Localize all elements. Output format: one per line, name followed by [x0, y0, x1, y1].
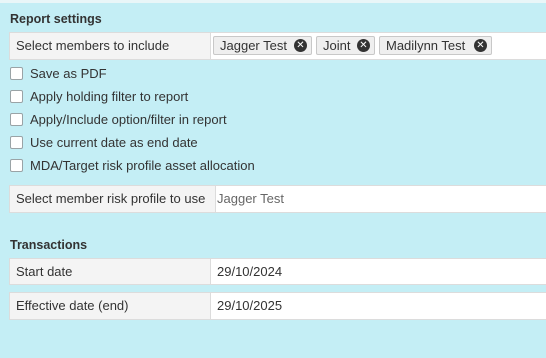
start-date-input[interactable]: 29/10/2024: [217, 259, 282, 284]
save-pdf-checkbox[interactable]: [10, 67, 23, 80]
end-date-input[interactable]: 29/10/2025: [217, 293, 282, 319]
members-row: Select members to include Jagger Test ✕ …: [9, 32, 546, 60]
risk-profile-select[interactable]: Jagger Test: [217, 186, 284, 212]
holding-filter-label: Apply holding filter to report: [30, 89, 189, 104]
current-date-checkbox[interactable]: [10, 136, 23, 149]
member-chip-label: Joint: [323, 38, 351, 53]
include-filter-checkbox[interactable]: [10, 113, 23, 126]
member-chip-jagger-test: Jagger Test ✕: [213, 36, 312, 55]
close-circle-icon[interactable]: ✕: [357, 39, 370, 52]
members-label: Select members to include: [10, 33, 211, 59]
transactions-heading: Transactions: [10, 238, 88, 252]
close-circle-icon[interactable]: ✕: [294, 39, 307, 52]
close-circle-icon[interactable]: ✕: [474, 39, 487, 52]
report-settings-heading: Report settings: [10, 12, 102, 26]
member-chip-madilynn-test: Madilynn Test ✕: [379, 36, 492, 55]
member-chip-label: Madilynn Test: [386, 38, 466, 53]
risk-profile-row: Select member risk profile to use Jagger…: [9, 185, 546, 213]
member-chip-joint: Joint ✕: [316, 36, 375, 55]
end-date-label: Effective date (end): [10, 293, 211, 319]
save-pdf-label: Save as PDF: [30, 66, 107, 81]
holding-filter-checkbox[interactable]: [10, 90, 23, 103]
member-chip-label: Jagger Test: [220, 38, 287, 53]
mda-risk-checkbox[interactable]: [10, 159, 23, 172]
mda-risk-label: MDA/Target risk profile asset allocation: [30, 158, 255, 173]
risk-profile-label: Select member risk profile to use: [10, 186, 216, 212]
end-date-row: Effective date (end) 29/10/2025: [9, 292, 546, 320]
current-date-label: Use current date as end date: [30, 135, 198, 150]
top-divider: [0, 0, 546, 3]
start-date-label: Start date: [10, 259, 211, 284]
start-date-row: Start date 29/10/2024: [9, 258, 546, 285]
include-filter-label: Apply/Include option/filter in report: [30, 112, 227, 127]
